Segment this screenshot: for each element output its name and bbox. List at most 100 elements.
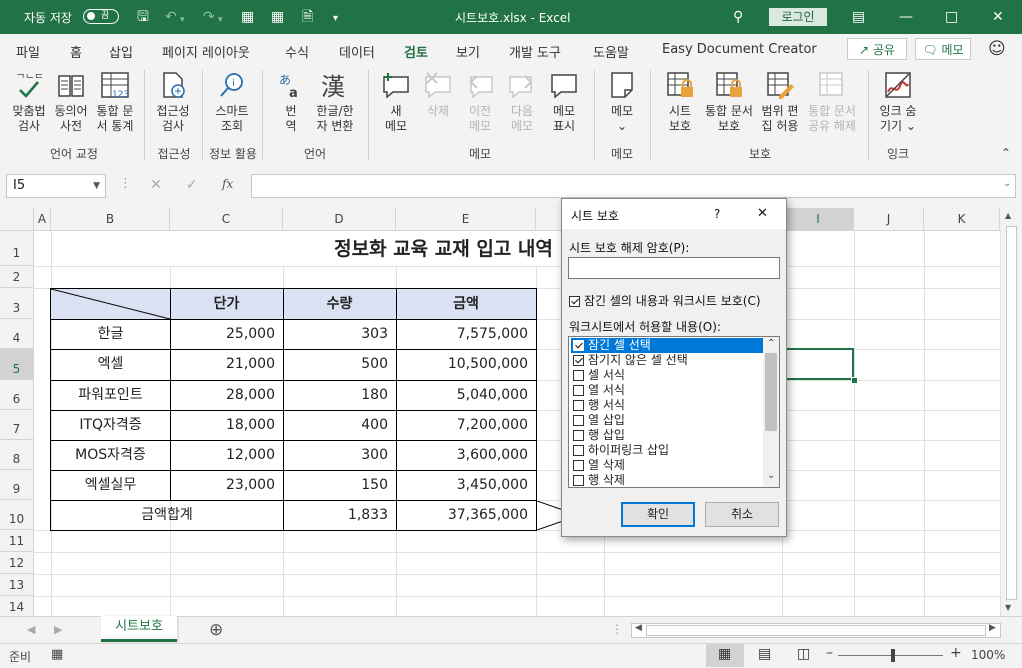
row-header-11[interactable]: 11 [0,530,34,552]
next-sheet-icon[interactable]: ▶ [54,623,62,636]
active-cell-i5[interactable] [782,348,854,380]
password-input[interactable] [568,257,780,279]
tab-developer[interactable]: 개발 도구 [509,42,561,61]
new-sheet-icon[interactable]: ⊕ [209,620,223,640]
protect-workbook-button[interactable]: 통합 문서 보호 [702,70,756,134]
row-header-10[interactable]: 10 [0,500,34,530]
collapse-ribbon-icon[interactable]: ⌃ [1001,146,1011,160]
row-header-7[interactable]: 7 [0,410,34,440]
header-amount[interactable]: 금액 [396,289,536,319]
feedback-smiley-icon[interactable]: ☺ [988,39,1006,59]
item-price[interactable]: 12,000 [170,440,283,470]
item-price[interactable]: 21,000 [170,349,283,380]
normal-view-button[interactable]: ▦ [706,644,744,667]
expand-formula-bar-icon[interactable]: ⌄ [1003,178,1011,189]
permission-item[interactable]: 잠긴 셀 선택 [571,338,763,353]
item-name[interactable]: 엑셀실무 [51,470,170,500]
permissions-list[interactable]: 잠긴 셀 선택 잠기지 않은 셀 선택 셀 서식 열 서식 행 서식 열 삽입 … [568,336,780,488]
item-name[interactable]: ITQ자격증 [51,410,170,440]
search-icon[interactable]: ⚲ [733,9,743,25]
check-accessibility-button[interactable]: 접근성 검사 [152,70,194,134]
list-scroll-down-icon[interactable]: ⌄ [767,470,775,481]
total-label[interactable]: 금액합계 [51,500,283,530]
vertical-scroll-thumb[interactable] [1006,226,1017,600]
tab-review[interactable]: 검토 [404,42,428,67]
item-amount[interactable]: 10,500,000 [396,349,536,380]
horizontal-scrollbar[interactable]: ◀ ▶ [631,623,1001,638]
next-comment-button[interactable]: 다음 메모 [502,70,542,134]
item-amount[interactable]: 5,040,000 [396,380,536,410]
horizontal-scroll-thumb[interactable] [646,625,986,636]
minimize-icon[interactable]: — [899,9,913,25]
undo-icon[interactable]: ↶ [165,9,177,25]
scroll-up-icon[interactable]: ▲ [1005,211,1011,220]
page-break-preview-icon[interactable]: ◫ [797,646,810,662]
item-amount[interactable]: 7,200,000 [396,410,536,440]
list-scrollbar[interactable]: ⌃ ⌄ [763,337,779,487]
select-all-corner[interactable] [0,208,34,231]
row-header-12[interactable]: 12 [0,552,34,574]
tab-split-grip-icon[interactable]: ⋮ [611,622,623,636]
permission-item[interactable]: 열 삭제 [571,458,763,473]
item-qty[interactable]: 400 [283,410,396,440]
row-header-6[interactable]: 6 [0,380,34,410]
tab-file[interactable]: 파일 [16,42,40,61]
item-qty[interactable]: 300 [283,440,396,470]
hide-ink-button[interactable]: 잉크 숨 기기 ⌄ [876,70,920,134]
row-header-8[interactable]: 8 [0,440,34,470]
row-header-4[interactable]: 4 [0,319,34,349]
close-icon[interactable]: ✕ [992,9,1004,25]
prev-sheet-icon[interactable]: ◀ [27,623,35,636]
name-box[interactable]: I5 ▼ [6,174,106,198]
share-button[interactable]: ↗ 공유 [847,38,907,60]
list-scroll-up-icon[interactable]: ⌃ [767,338,775,349]
item-amount[interactable]: 3,450,000 [396,470,536,500]
item-qty[interactable]: 180 [283,380,396,410]
tab-home[interactable]: 홈 [70,42,82,61]
column-header-e[interactable]: E [396,208,536,231]
page-layout-view-icon[interactable]: ▤ [758,646,771,662]
item-qty[interactable]: 500 [283,349,396,380]
header-price[interactable]: 단가 [170,289,283,319]
scroll-right-icon[interactable]: ▶ [989,623,996,633]
cancel-button[interactable]: 취소 [705,502,779,527]
item-price[interactable]: 28,000 [170,380,283,410]
permission-item[interactable]: 열 서식 [571,383,763,398]
header-qty[interactable]: 수량 [283,289,396,319]
name-box-dropdown-icon[interactable]: ▼ [93,175,100,197]
autosave-toggle[interactable]: 끔 [83,9,119,24]
notes-button[interactable]: 메모 ⌄ [602,70,642,134]
translate-button[interactable]: あa 번역 [272,70,310,134]
column-header-c[interactable]: C [170,208,283,231]
hangul-hanja-button[interactable]: 漢 한글/한 자 변환 [312,70,358,134]
tab-data[interactable]: 데이터 [339,42,375,61]
permission-item[interactable]: 하이퍼링크 삽입 [571,443,763,458]
enter-entry-icon[interactable]: ✓ [186,177,198,193]
tab-easy-document-creator[interactable]: Easy Document Creator [662,42,817,57]
tab-view[interactable]: 보기 [456,42,480,61]
zoom-out-icon[interactable]: – [826,645,833,661]
smart-lookup-button[interactable]: i 스마트 조회 [210,70,254,134]
formula-input[interactable] [251,174,1016,198]
column-header-a[interactable]: A [34,208,51,231]
permission-item[interactable]: 열 삽입 [571,413,763,428]
row-header-5[interactable]: 5 [0,349,34,380]
list-scroll-thumb[interactable] [765,353,777,431]
column-header-b[interactable]: B [51,208,170,231]
total-amount[interactable]: 37,365,000 [396,500,536,530]
new-file-icon[interactable]: 🗎 [302,9,313,25]
zoom-slider-thumb[interactable] [891,649,895,662]
permission-item[interactable]: 행 서식 [571,398,763,413]
workbook-statistics-button[interactable]: 123 통합 문서 통계 [94,70,136,134]
permission-item[interactable]: 행 삭제 [571,473,763,487]
sheet-tab-active[interactable]: 시트보호 [101,616,177,642]
row-header-13[interactable]: 13 [0,574,34,596]
column-header-d[interactable]: D [283,208,396,231]
undo-dropdown-icon[interactable]: ▾ [180,12,185,28]
delete-comment-button[interactable]: 삭제 [418,70,458,119]
item-name[interactable]: MOS자격증 [51,440,170,470]
item-name[interactable]: 엑셀 [51,349,170,380]
protect-sheet-button[interactable]: 시트 보호 [658,70,702,134]
column-header-i[interactable]: I [783,208,854,231]
table-icon[interactable]: ▦ [271,9,284,25]
